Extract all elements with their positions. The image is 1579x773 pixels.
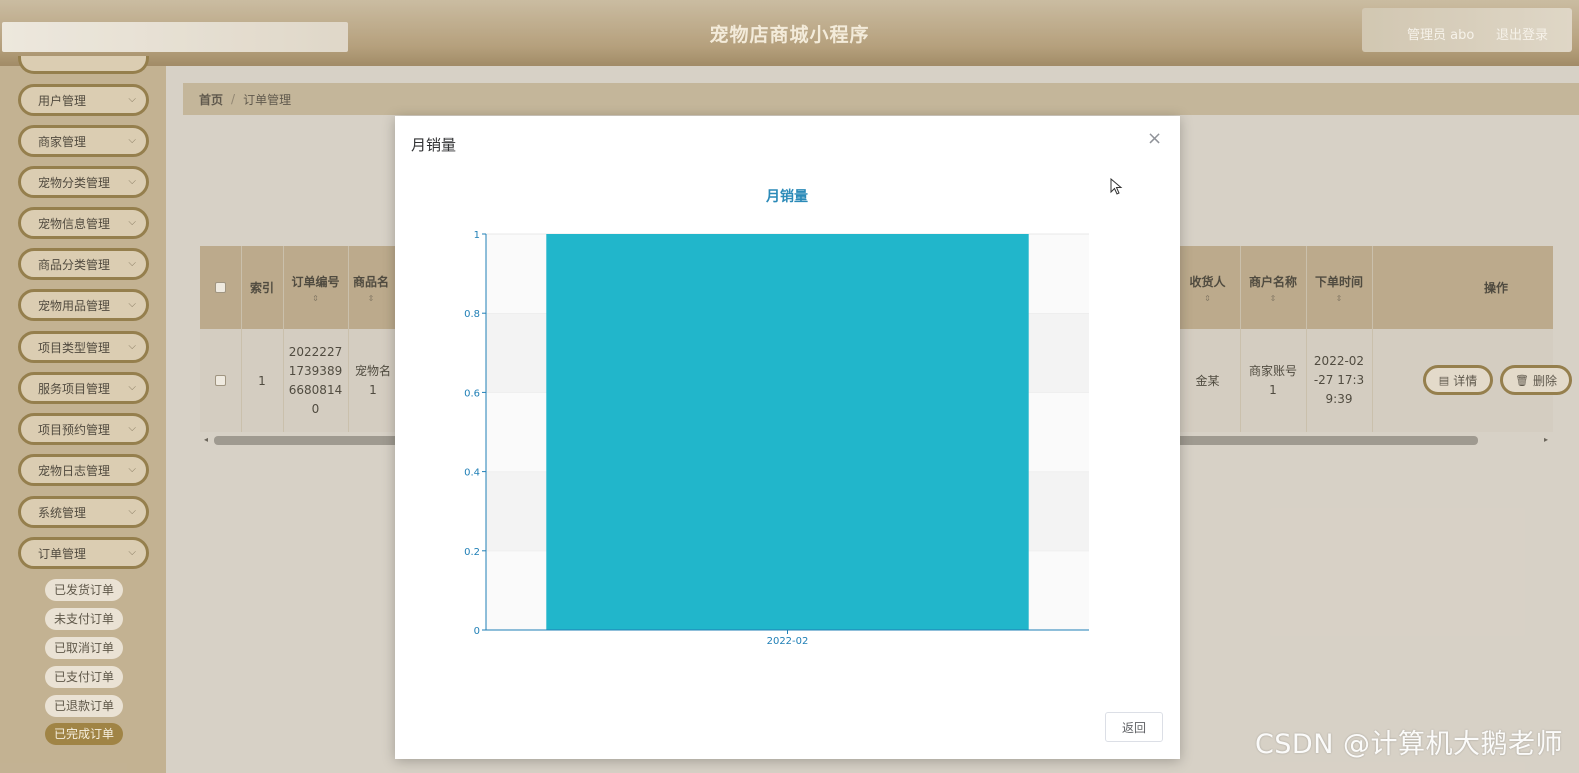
modal-title: 月销量 bbox=[411, 136, 457, 154]
y-tick-label: 1 bbox=[474, 230, 480, 241]
x-tick-label: 2022-02 bbox=[767, 636, 809, 647]
bar-2022-02 bbox=[546, 234, 1029, 630]
y-tick-label: 0.4 bbox=[464, 468, 480, 479]
y-tick-label: 0.6 bbox=[464, 388, 480, 399]
close-icon[interactable]: × bbox=[1147, 128, 1162, 149]
watermark: CSDN @计算机大鹅老师 bbox=[1254, 729, 1563, 760]
chart-y-ticks: 0 0.2 0.4 0.6 0.8 1 bbox=[464, 230, 486, 637]
chart-x-ticks: 2022-02 bbox=[767, 630, 809, 647]
mouse-cursor-icon bbox=[1110, 178, 1123, 195]
monthly-sales-chart: 月销量 0 0.2 0.4 0.6 0.8 1 2022-02 bbox=[464, 188, 1089, 647]
y-tick-label: 0.8 bbox=[464, 309, 480, 320]
y-tick-label: 0 bbox=[474, 626, 480, 637]
back-button[interactable]: 返回 bbox=[1105, 712, 1163, 742]
sales-modal: 月销量 × 月销量 0 0.2 0.4 0.6 0.8 1 2022-02 返回 bbox=[395, 116, 1180, 759]
chart-title: 月销量 bbox=[765, 188, 808, 205]
y-tick-label: 0.2 bbox=[464, 547, 480, 558]
chart-bars bbox=[546, 234, 1029, 630]
